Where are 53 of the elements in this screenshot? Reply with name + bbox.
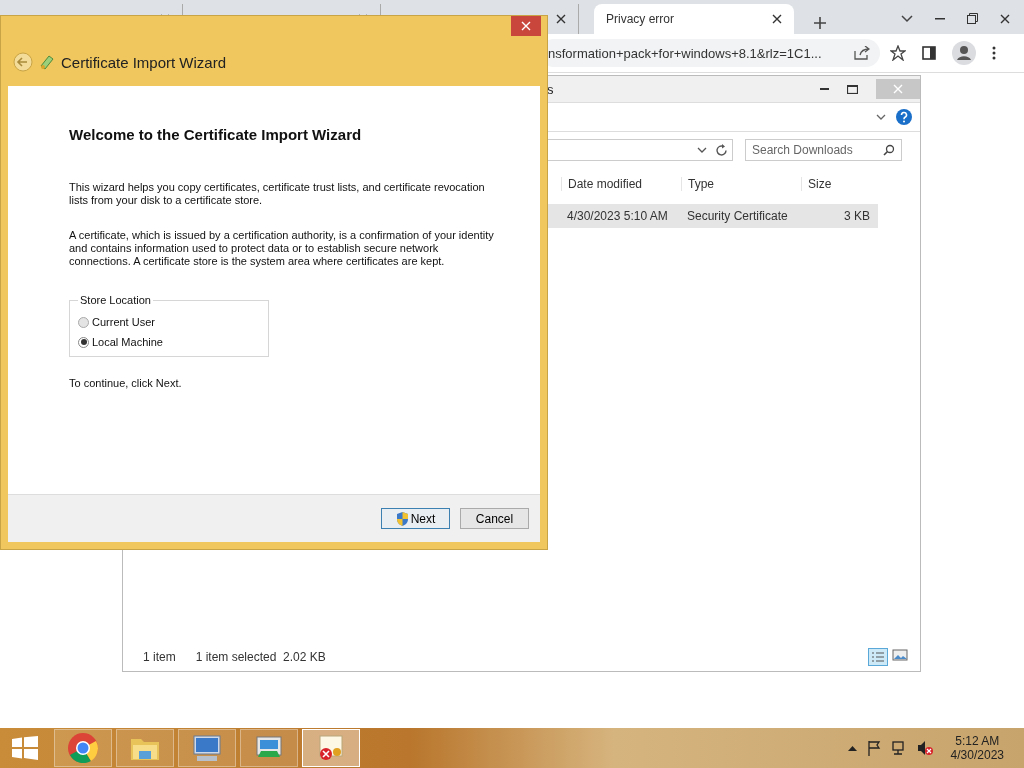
close-icon[interactable] [772,14,782,24]
side-panel-icon[interactable] [922,46,936,60]
window-title: s [547,81,554,97]
close-icon[interactable] [556,14,566,24]
taskbar-button[interactable] [54,729,112,767]
restore-icon[interactable] [967,13,978,24]
windows-logo-icon[interactable] [12,736,38,760]
shield-icon [395,511,409,526]
description-text: This wizard helps you copy certificates, certificate trust lists, and certificate revocation lists from your disk to a certificate store. [69,181,486,207]
share-icon[interactable] [854,46,870,60]
help-icon[interactable] [896,109,912,125]
chevron-up-icon[interactable] [847,745,857,751]
chrome-icon [67,732,99,764]
chevron-icon[interactable] [901,14,913,23]
clock[interactable]: 5:12 AM 4/30/2023 [950,734,1004,762]
status-text: 1 item selected 2.02 KB [195,650,326,664]
close-icon[interactable] [1000,13,1010,24]
group-label: Store Location [79,294,152,306]
taskbar-button[interactable] [302,729,360,767]
close-button[interactable] [511,16,541,36]
radio-label[interactable]: Local Machine [92,336,163,348]
instruction-text: To continue, click Next. [69,377,182,389]
muted-speaker-icon[interactable] [916,740,933,756]
maximize-icon[interactable] [847,84,858,94]
search-field[interactable]: Search Downloads [745,139,902,161]
radio-button[interactable] [78,336,89,348]
minimize-icon[interactable] [935,17,945,20]
computer-icon [191,733,223,763]
chevron-icon[interactable] [876,114,886,120]
taskbar-button[interactable] [178,729,236,767]
description-text: A certificate, which is issued by a certification authority, is a confirmation of your identity and contains information used to protect data or to establish secure network connections. A certificate store is the system area where certificates are kept. [69,229,495,268]
column-header[interactable]: Size [801,177,876,191]
next-button[interactable]: Next [381,508,450,529]
network-icon[interactable] [890,740,907,756]
column-header[interactable]: Date modified [561,177,681,191]
chevron-icon[interactable] [697,147,707,153]
thumbnail-view-icon[interactable] [892,648,908,662]
new-tab-icon[interactable] [813,16,827,30]
refresh-icon[interactable] [715,143,728,157]
flag-icon[interactable] [866,740,881,756]
menu-icon[interactable] [992,46,996,60]
dialog-title: Certificate Import Wizard [61,53,227,71]
search-icon [883,144,895,156]
wizard-heading: Welcome to the Certificate Import Wizard [69,126,362,143]
taskbar-button[interactable] [240,729,298,767]
star-icon[interactable] [890,45,906,61]
profile-icon[interactable] [952,41,976,65]
radio-label[interactable]: Current User [92,316,155,328]
browser-tab[interactable]: Privacy error [594,4,794,34]
radio-button[interactable] [78,316,89,328]
column-header[interactable]: Type [681,177,801,191]
cancel-button[interactable]: Cancel [460,508,529,529]
status-text: 1 item [143,650,176,664]
